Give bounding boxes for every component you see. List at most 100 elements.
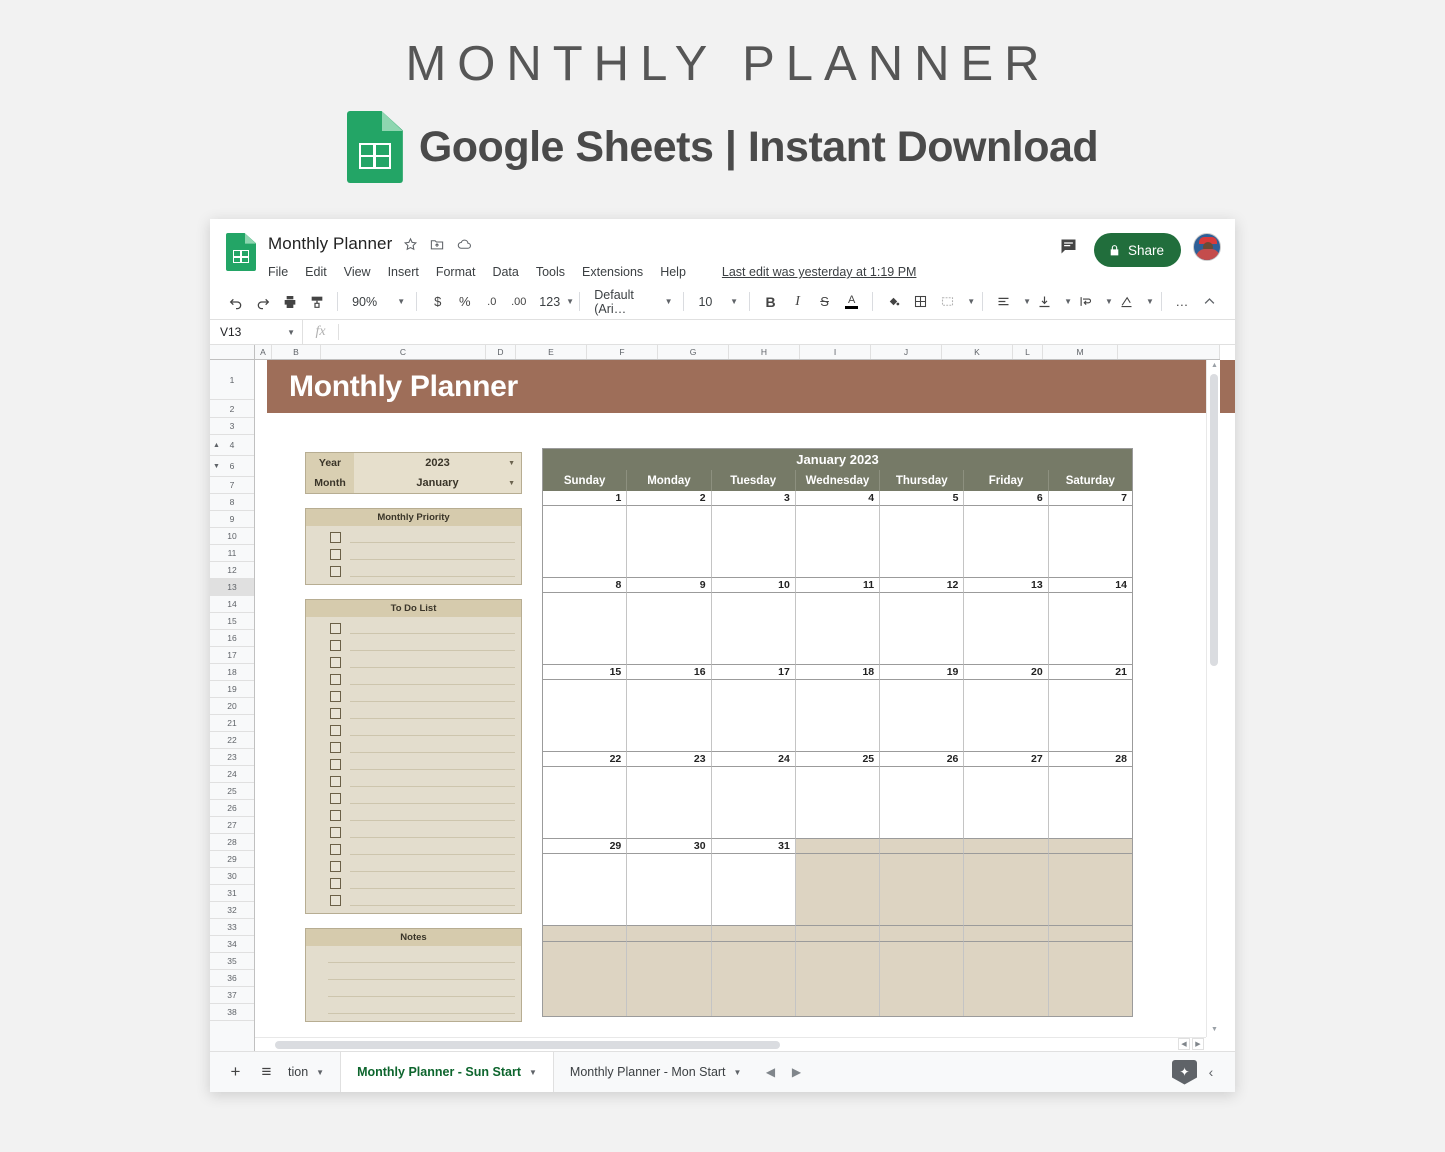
sheet-tab-monthly-planner-sun-start[interactable]: Monthly Planner - Sun Start ▼	[340, 1051, 554, 1092]
checkbox-icon[interactable]	[330, 691, 341, 702]
row-header-2[interactable]: 2	[210, 400, 254, 418]
calendar-date-cell[interactable]	[711, 506, 796, 578]
calendar-date-cell[interactable]	[627, 680, 712, 752]
checkbox-icon[interactable]	[330, 776, 341, 787]
calendar-date-cell[interactable]	[627, 593, 712, 665]
calendar-date-cell[interactable]	[543, 506, 628, 578]
checkbox-icon[interactable]	[330, 895, 341, 906]
column-header-m[interactable]: M	[1043, 345, 1118, 359]
collapse-panel-icon[interactable]: ‹	[1197, 1058, 1225, 1086]
calendar-date-cell[interactable]	[543, 767, 628, 839]
nav-left-icon[interactable]: ◀	[1178, 1038, 1190, 1050]
column-header-i[interactable]: I	[800, 345, 871, 359]
notes-input[interactable]	[328, 1003, 515, 1014]
calendar-date-cell[interactable]	[795, 593, 881, 665]
column-header-f[interactable]: F	[587, 345, 658, 359]
currency-format-button[interactable]: $	[424, 288, 451, 316]
all-sheets-button[interactable]: ≡	[251, 1057, 282, 1088]
sheet-tab-monthly-planner-mon-start[interactable]: Monthly Planner - Mon Start ▼	[554, 1052, 758, 1093]
calendar-date-cell[interactable]	[880, 854, 965, 926]
row-header-33[interactable]: 33	[210, 919, 254, 936]
checkbox-icon[interactable]	[330, 810, 341, 821]
bold-button[interactable]: B	[757, 288, 784, 316]
notes-input[interactable]	[328, 986, 515, 997]
checkbox-icon[interactable]	[330, 640, 341, 651]
text-rotation-icon[interactable]	[1113, 288, 1140, 316]
font-family-selector[interactable]: Default (Ari… ▼	[587, 288, 676, 316]
share-button[interactable]: Share	[1093, 233, 1181, 267]
move-to-folder-icon[interactable]	[429, 237, 445, 252]
cloud-saved-icon[interactable]	[456, 237, 473, 252]
calendar-date-cell[interactable]	[795, 506, 881, 578]
column-header-d[interactable]: D	[486, 345, 516, 359]
column-header-b[interactable]: B	[272, 345, 321, 359]
scroll-down-icon[interactable]: ▼	[1210, 1026, 1219, 1035]
priority-item-input[interactable]	[350, 532, 515, 543]
row-header-1[interactable]: 1	[210, 360, 254, 400]
checkbox-icon[interactable]	[330, 566, 341, 577]
vertical-align-icon[interactable]	[1031, 288, 1058, 316]
calendar-date-cell[interactable]	[543, 593, 628, 665]
paint-format-icon[interactable]	[303, 288, 330, 316]
row-header-17[interactable]: 17	[210, 647, 254, 664]
row-header-27[interactable]: 27	[210, 817, 254, 834]
row-header-28[interactable]: 28	[210, 834, 254, 851]
row-header-29[interactable]: 29	[210, 851, 254, 868]
percent-format-button[interactable]: %	[451, 288, 478, 316]
calendar-date-cell[interactable]	[1048, 506, 1132, 578]
todo-item-input[interactable]	[350, 640, 515, 651]
chevron-down-icon[interactable]: ▼	[734, 1068, 742, 1077]
row-header-9[interactable]: 9	[210, 511, 254, 528]
row-header-31[interactable]: 31	[210, 885, 254, 902]
formula-input[interactable]	[339, 320, 1235, 344]
row-header-23[interactable]: 23	[210, 749, 254, 766]
priority-item-input[interactable]	[350, 566, 515, 577]
text-color-button[interactable]: A	[838, 288, 865, 316]
valign-dropdown-icon[interactable]: ▼	[1058, 288, 1072, 316]
text-wrapping-icon[interactable]	[1072, 288, 1099, 316]
todo-item-input[interactable]	[350, 793, 515, 804]
row-header-26[interactable]: 26	[210, 800, 254, 817]
todo-item-input[interactable]	[350, 708, 515, 719]
calendar-date-cell[interactable]	[964, 593, 1049, 665]
number-format-selector[interactable]: 123 ▼	[532, 289, 574, 315]
borders-icon[interactable]	[907, 288, 934, 316]
row-header-8[interactable]: 8	[210, 494, 254, 511]
more-options-button[interactable]: …	[1169, 288, 1196, 316]
row-header-4[interactable]: ▲ 4	[210, 435, 254, 456]
checkbox-icon[interactable]	[330, 549, 341, 560]
strikethrough-button[interactable]: S	[811, 288, 838, 316]
row-header-35[interactable]: 35	[210, 953, 254, 970]
calendar-date-cell[interactable]	[1048, 680, 1132, 752]
calendar-date-cell[interactable]	[964, 506, 1049, 578]
calendar-date-cell[interactable]	[711, 854, 796, 926]
scroll-up-icon[interactable]: ▲	[1210, 362, 1219, 371]
checkbox-icon[interactable]	[330, 827, 341, 838]
calendar-date-cell[interactable]	[964, 767, 1049, 839]
menu-data[interactable]: Data	[492, 265, 518, 279]
menu-file[interactable]: File	[268, 265, 288, 279]
row-header-3[interactable]: 3	[210, 418, 254, 435]
calendar-date-cell[interactable]	[964, 680, 1049, 752]
row-header-30[interactable]: 30	[210, 868, 254, 885]
calendar-date-cell[interactable]	[711, 593, 796, 665]
menu-view[interactable]: View	[344, 265, 371, 279]
row-header-32[interactable]: 32	[210, 902, 254, 919]
calendar-date-cell[interactable]	[627, 767, 712, 839]
redo-icon[interactable]	[249, 288, 276, 316]
column-header-l[interactable]: L	[1013, 345, 1043, 359]
calendar-date-cell[interactable]	[1048, 593, 1132, 665]
column-header-g[interactable]: G	[658, 345, 729, 359]
menu-help[interactable]: Help	[660, 265, 686, 279]
merge-cells-icon[interactable]	[934, 288, 961, 316]
calendar-date-cell[interactable]	[795, 767, 881, 839]
checkbox-icon[interactable]	[330, 844, 341, 855]
notes-input[interactable]	[328, 969, 515, 980]
row-header-36[interactable]: 36	[210, 970, 254, 987]
calendar-date-cell[interactable]	[880, 593, 965, 665]
checkbox-icon[interactable]	[330, 725, 341, 736]
checkbox-icon[interactable]	[330, 623, 341, 634]
row-header-16[interactable]: 16	[210, 630, 254, 647]
horizontal-scrollbar[interactable]	[255, 1037, 1206, 1051]
zoom-selector[interactable]: 90% ▼	[345, 289, 409, 315]
